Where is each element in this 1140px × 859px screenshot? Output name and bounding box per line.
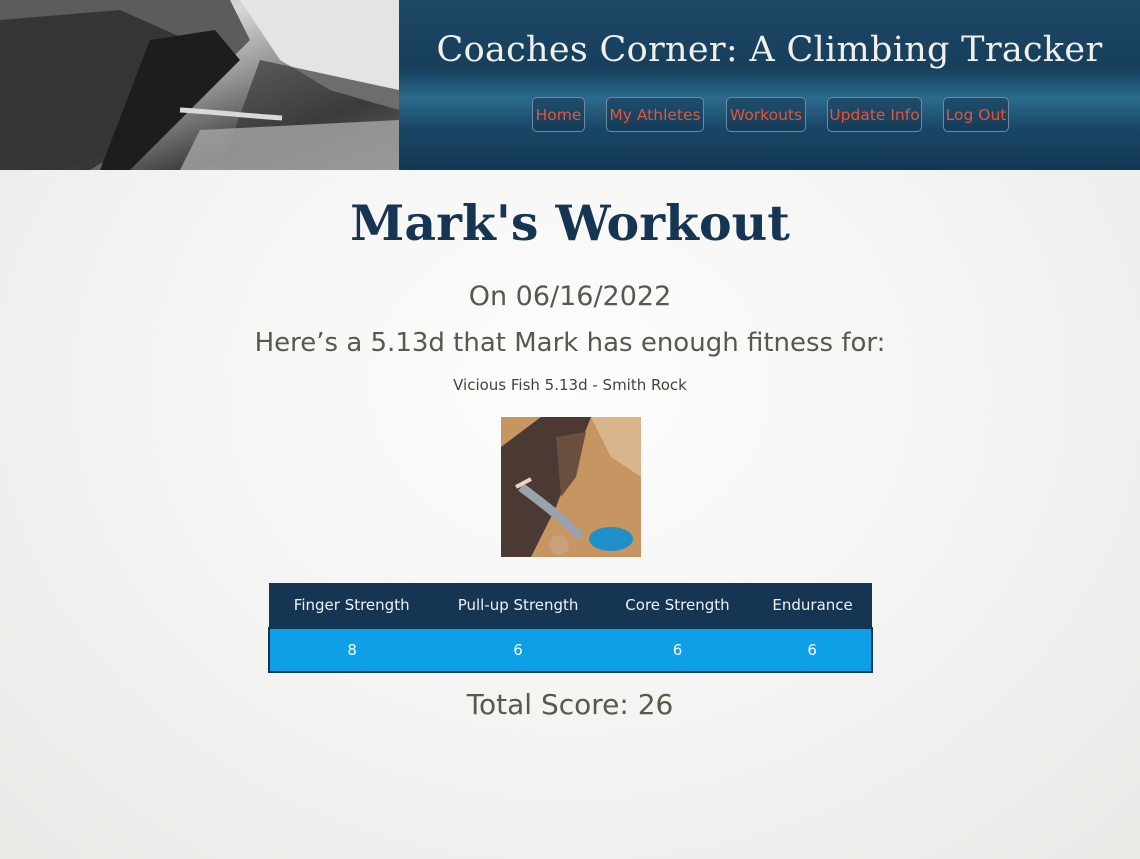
column-header-pullup-strength: Pull-up Strength bbox=[434, 583, 602, 628]
column-header-finger-strength: Finger Strength bbox=[269, 583, 435, 628]
nav-workouts-button[interactable]: Workouts bbox=[726, 97, 806, 132]
nav-log-out-button[interactable]: Log Out bbox=[943, 97, 1009, 132]
site-title: Coaches Corner: A Climbing Tracker bbox=[436, 30, 1103, 70]
site-header: Coaches Corner: A Climbing Tracker Home … bbox=[0, 0, 1140, 170]
nav-update-info-button[interactable]: Update Info bbox=[827, 97, 922, 132]
table-header-row: Finger Strength Pull-up Strength Core St… bbox=[269, 583, 872, 628]
header-hero-image bbox=[0, 0, 399, 170]
column-header-endurance: Endurance bbox=[753, 583, 872, 628]
pullup-strength-value: 6 bbox=[434, 628, 602, 672]
fitness-recommendation-heading: Here’s a 5.13d that Mark has enough fitn… bbox=[254, 328, 886, 358]
page-title: Mark's Workout bbox=[350, 194, 790, 252]
nav-my-athletes-button[interactable]: My Athletes bbox=[606, 97, 704, 132]
workout-date: On 06/16/2022 bbox=[468, 281, 672, 312]
route-photo bbox=[501, 417, 641, 557]
column-header-core-strength: Core Strength bbox=[601, 583, 754, 628]
route-name: Vicious Fish 5.13d - Smith Rock bbox=[453, 376, 687, 394]
table-row: 8 6 6 6 bbox=[269, 628, 872, 672]
total-score: Total Score: 26 bbox=[466, 688, 674, 721]
core-strength-value: 6 bbox=[601, 628, 754, 672]
endurance-value: 6 bbox=[753, 628, 872, 672]
fitness-stats-table: Finger Strength Pull-up Strength Core St… bbox=[268, 583, 873, 673]
nav-home-button[interactable]: Home bbox=[532, 97, 585, 132]
finger-strength-value: 8 bbox=[269, 628, 435, 672]
